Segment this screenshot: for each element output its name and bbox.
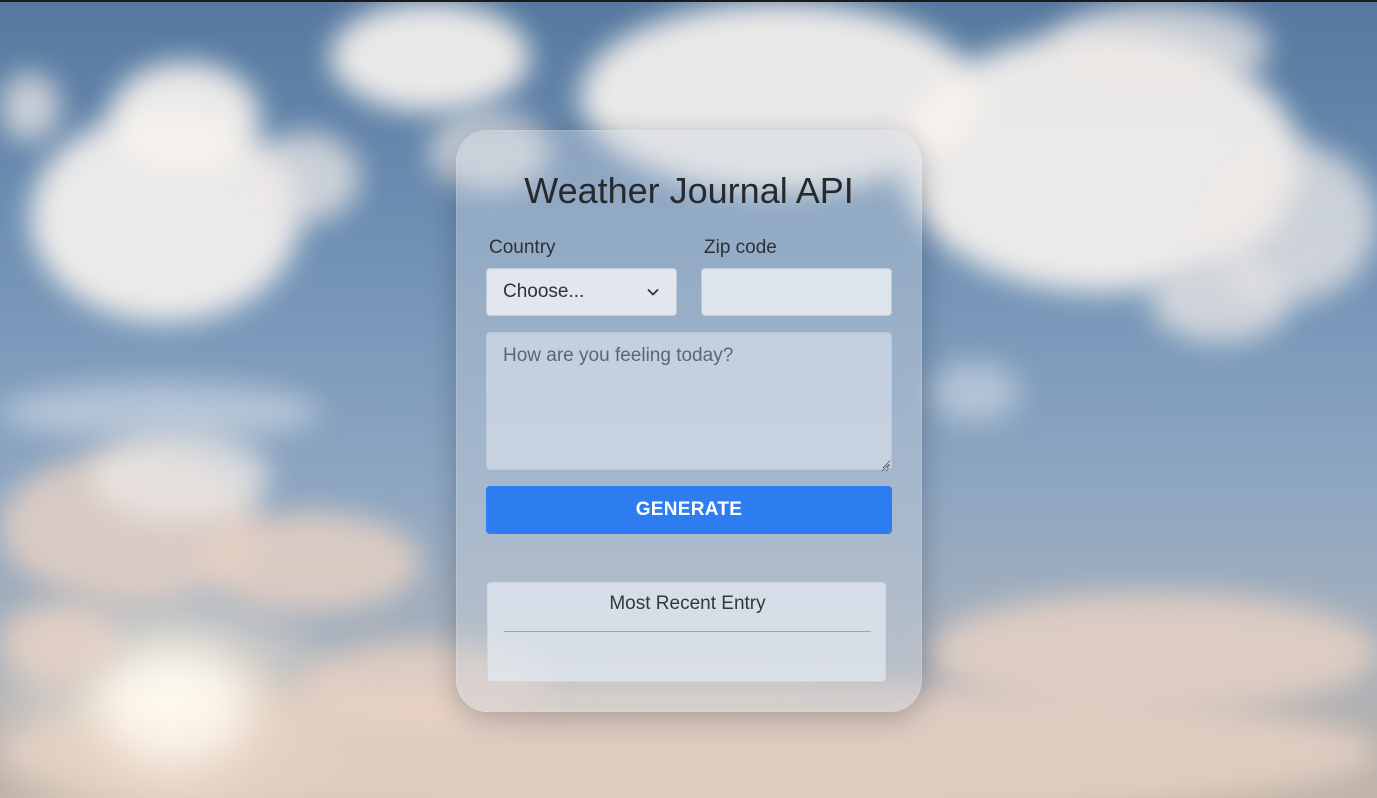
zip-label: Zip code [704,237,777,258]
country-select-value: Choose... [503,281,585,302]
zip-code-input[interactable] [701,268,892,316]
most-recent-entry-panel: Most Recent Entry [487,582,886,682]
feelings-textarea[interactable] [486,332,892,470]
most-recent-entry-heading: Most Recent Entry [609,593,766,614]
page-title: Weather Journal API [524,170,854,211]
country-select[interactable]: Choose... [486,268,677,316]
generate-button[interactable]: GENERATE [486,486,892,534]
country-label: Country [489,237,556,258]
chevron-down-icon [646,285,660,299]
entry-divider [504,631,871,632]
entry-content [504,641,871,673]
